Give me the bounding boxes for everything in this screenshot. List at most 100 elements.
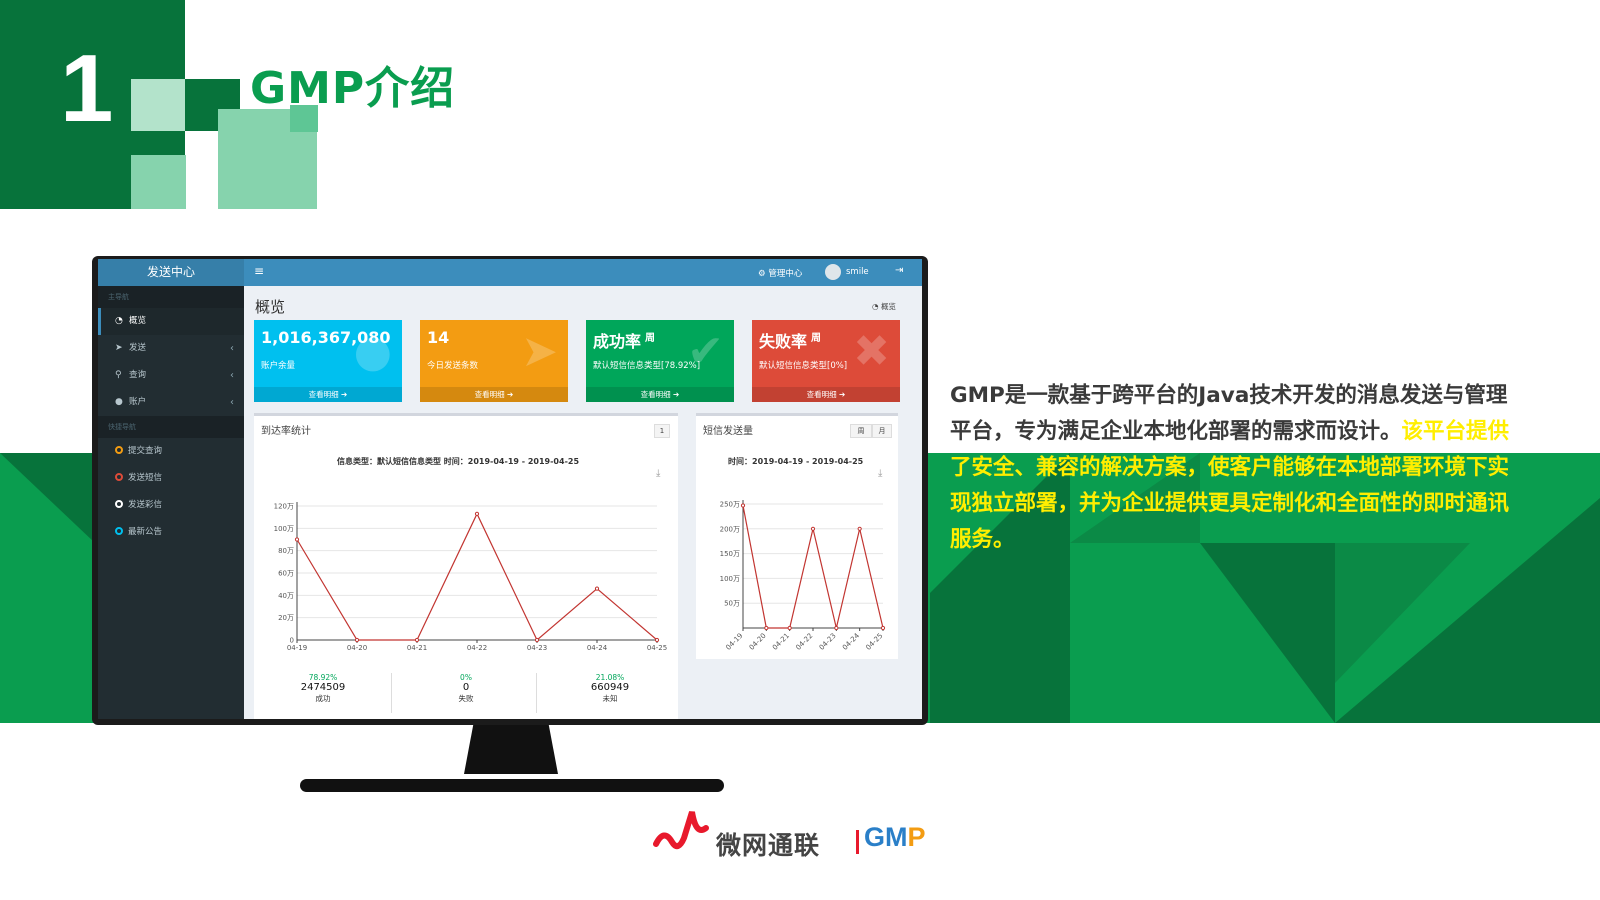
menu-toggle-icon[interactable]: ≡ (254, 264, 264, 278)
data-point (534, 637, 540, 643)
breadcrumb-label: 概览 (880, 302, 896, 311)
stat-footer-label: 查看明细 (474, 390, 505, 399)
y-tick-label: 40万 (278, 592, 294, 600)
stat-details-link[interactable]: 查看明细 ➔ (254, 387, 402, 402)
circle-icon (115, 527, 123, 535)
gears-icon: ⚙ (758, 269, 769, 279)
divider (391, 673, 392, 713)
stat-period: 周 (645, 332, 656, 344)
dashboard-icon: ◔ (872, 302, 881, 311)
stat-label: 今日发送条数 (427, 361, 479, 371)
panel-title: 到达率统计 (261, 426, 311, 437)
chevron-left-icon: ‹ (230, 397, 234, 408)
stat-details-link[interactable]: 查看明细 ➔ (586, 387, 734, 402)
logout-icon[interactable]: ⇥ (895, 265, 903, 276)
series-line (296, 512, 658, 641)
data-point (654, 637, 660, 643)
kpi-label: 成功 (315, 694, 331, 703)
sidebar-main-header: 主导航 (98, 286, 244, 308)
data-point (474, 511, 480, 516)
series-line (742, 505, 884, 629)
x-tick-label: 04-21 (771, 632, 791, 652)
stat-details-link[interactable]: 查看明细 ➔ (752, 387, 900, 402)
quick-item-send-sms[interactable]: 发送短信 (98, 465, 244, 492)
stat-value: 失败率 (759, 332, 808, 351)
x-tick-label: 04-20 (748, 632, 768, 652)
brand-logo[interactable]: 发送中心 (98, 259, 244, 286)
slide-number: 1 (60, 35, 114, 142)
sidebar-item-query[interactable]: ⚲ 查询 ‹ (98, 362, 244, 389)
admin-center-link[interactable]: ⚙ 管理中心 (758, 267, 802, 279)
sms-volume-line-chart: 50万100万150万200万250万04-19 04-20 04-21 04-22 0… (720, 500, 886, 652)
stat-box-success-rate: 成功率周 默认短信信息类型[78.92%] ✔ 查看明细 ➔ (586, 320, 734, 402)
gmp-logo-p: P (907, 822, 926, 852)
y-tick-label: 100万 (720, 575, 740, 583)
panel-tool-button[interactable]: 1 (654, 424, 670, 438)
stat-label: 账户余量 (261, 361, 296, 371)
header-square-light (131, 155, 186, 209)
kpi-percent: 0% (460, 673, 472, 682)
download-icon[interactable]: ⤓ (656, 468, 660, 479)
data-point (810, 526, 816, 531)
x-tick-label: 04-22 (467, 644, 487, 652)
tab-month[interactable]: 月 (872, 424, 892, 438)
stat-footer-label: 查看明细 (308, 390, 339, 399)
chevron-left-icon: ‹ (230, 370, 234, 381)
x-tick-label: 04-19 (287, 644, 307, 652)
sidebar-item-send[interactable]: ➤ 发送 ‹ (98, 335, 244, 362)
chart-subtitle: 时间：2019-04-19 - 2019-04-25 (728, 457, 864, 466)
chart-subtitle: 信息类型：默认短信信息类型 时间：2019-04-19 - 2019-04-25 (337, 457, 580, 466)
data-point (414, 637, 420, 643)
divider (536, 673, 537, 713)
tab-week[interactable]: 周 (850, 424, 872, 438)
circle-icon (115, 500, 123, 508)
kpi-value: 0 (462, 682, 470, 693)
breadcrumb[interactable]: ◔ 概览 (872, 301, 896, 312)
sidebar-item-account[interactable]: ● 账户 ‹ (98, 389, 244, 416)
x-tick-label: 04-20 (347, 644, 367, 652)
quick-item-submit-query[interactable]: 提交查询 (98, 438, 244, 465)
kpi-percent: 78.92% (308, 673, 338, 682)
circle-icon (115, 473, 123, 481)
monitor: 发送中心 主导航 ◔ 概览 ➤ 发送 ‹ ⚲ 查询 ‹ ● 账户 ‹ 快捷导航 提交查询 (92, 256, 928, 725)
sidebar-item-label: 概览 (129, 316, 147, 326)
kpi-success: 78.92% 2474509 成功 (253, 673, 393, 704)
quick-item-send-mms[interactable]: 发送彩信 (98, 492, 244, 519)
y-tick-label: 80万 (278, 547, 294, 555)
check-icon: ✔ (687, 326, 724, 377)
company-name: 微网通联 (716, 831, 821, 860)
sidebar-item-label: 账户 (129, 397, 147, 407)
y-tick-label: 60万 (278, 570, 294, 578)
send-icon: ➤ (115, 343, 123, 353)
sidebar-quick-header: 快捷导航 (98, 416, 244, 438)
stat-details-link[interactable]: 查看明细 ➔ (420, 387, 568, 402)
logo-divider (856, 830, 859, 854)
slide-description: GMP是一款基于跨平台的Java技术开发的消息发送与管理平台，专为满足企业本地化… (950, 378, 1510, 558)
x-tick-label: 04-23 (818, 632, 838, 652)
gmp-logo-text: GM (864, 822, 908, 852)
avatar[interactable] (825, 264, 841, 280)
kpi-unknown: 21.08% 660949 未知 (540, 673, 680, 704)
kpi-label: 失败 (458, 694, 474, 703)
y-tick-label: 50万 (724, 600, 740, 608)
stat-box-fail-rate: 失败率周 默认短信信息类型[0%] ✖ 查看明细 ➔ (752, 320, 900, 402)
data-point (880, 625, 886, 631)
data-point (787, 625, 792, 631)
x-tick-label: 04-22 (794, 632, 814, 652)
x-tick-label: 04-25 (864, 632, 884, 652)
header-square-mid (131, 79, 186, 131)
x-tick-label: 04-24 (841, 631, 861, 651)
admin-center-label: 管理中心 (768, 269, 803, 279)
download-icon[interactable]: ⤓ (878, 468, 882, 479)
user-icon: ● (115, 397, 123, 407)
gmp-logo: GMP (864, 822, 926, 853)
user-icon: ● (353, 326, 392, 377)
paper-plane-icon: ➤ (521, 326, 558, 377)
quick-item-notice[interactable]: 最新公告 (98, 519, 244, 546)
stat-value: 成功率 (593, 332, 642, 351)
username[interactable]: smile (846, 267, 869, 277)
x-tick-label: 04-25 (647, 644, 667, 652)
sidebar-item-overview[interactable]: ◔ 概览 (98, 308, 244, 335)
kpi-value: 2474509 (300, 682, 346, 693)
sidebar-item-label: 查询 (129, 370, 147, 380)
